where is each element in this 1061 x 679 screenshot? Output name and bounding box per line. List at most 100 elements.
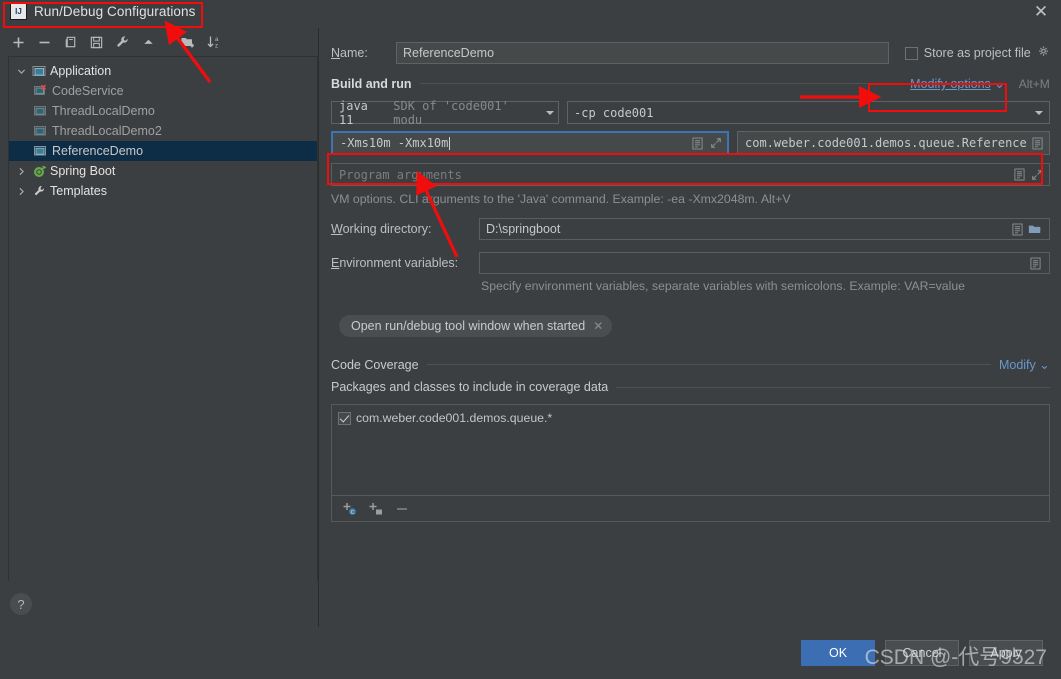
store-as-project-file-checkbox[interactable] (904, 46, 918, 60)
chevron-down-icon: ⌄ (994, 77, 1005, 91)
tree-item-templates[interactable]: Templates (9, 181, 317, 201)
tree-item-spring-boot[interactable]: Spring Boot (9, 161, 317, 181)
environment-variables-hint: Specify environment variables, separate … (481, 279, 966, 293)
tree-item-label: Templates (50, 184, 107, 198)
tree-item-codeservice[interactable]: CodeService (9, 81, 317, 101)
tree-item-application[interactable]: Application (9, 61, 317, 81)
tree-item-label: Application (50, 64, 112, 78)
spring-boot-icon (32, 164, 47, 178)
program-arguments-placeholder: Program arguments (339, 167, 462, 182)
close-icon[interactable]: ✕ (1033, 4, 1049, 21)
svg-text:z: z (215, 44, 218, 50)
help-button[interactable]: ? (10, 593, 32, 615)
tree-item-label: ThreadLocalDemo2 (52, 124, 162, 138)
copy-icon[interactable] (58, 31, 82, 53)
application-icon (34, 124, 48, 138)
name-label: Name: (331, 46, 368, 60)
save-icon[interactable] (84, 31, 108, 53)
svg-text:a: a (215, 37, 219, 43)
tree-item-threadlocaldemo2[interactable]: ThreadLocalDemo2 (9, 121, 317, 141)
sdk-value-suffix: SDK of 'code001' modu (393, 98, 509, 127)
tree-item-label: Spring Boot (50, 164, 116, 178)
coverage-modify-link[interactable]: Modify ⌄ (999, 357, 1050, 372)
configurations-toolbar: az (0, 28, 318, 56)
working-directory-row: Working directory: D:\springboot (331, 218, 1050, 240)
coverage-patterns-list[interactable]: com.weber.code001.demos.queue.* (331, 404, 1050, 496)
sdk-classpath-row: java 11 SDK of 'code001' modu -cp code00… (331, 98, 1050, 127)
text-cursor (449, 137, 451, 150)
coverage-pattern-checkbox[interactable] (338, 411, 351, 425)
remove-pattern-button[interactable] (394, 501, 410, 517)
vm-options-main-class-row: -Xms10m -Xmx10m com.weber.code001.demos.… (331, 131, 1050, 155)
dialog-title: Run/Debug Configurations (34, 4, 196, 19)
folder-open-icon[interactable] (1028, 222, 1043, 237)
environment-variables-input[interactable] (479, 252, 1050, 274)
sort-az-icon[interactable]: az (202, 31, 226, 53)
chevron-down-icon: ⌄ (1039, 358, 1050, 372)
packages-title: Packages and classes to include in cover… (331, 380, 609, 394)
application-icon (32, 64, 46, 78)
working-directory-input[interactable]: D:\springboot (479, 218, 1050, 240)
modify-options-link[interactable]: Modify options ⌄ (910, 76, 1005, 91)
name-input[interactable]: ReferenceDemo (396, 42, 889, 64)
macro-icon[interactable] (1010, 222, 1025, 237)
arrow-up-icon[interactable] (136, 31, 160, 53)
apply-button[interactable]: Apply (969, 640, 1043, 666)
tree-item-threadlocaldemo[interactable]: ThreadLocalDemo (9, 101, 317, 121)
wrench-icon[interactable] (110, 31, 134, 53)
left-footer: ? (0, 581, 318, 627)
application-icon (34, 104, 48, 118)
packages-section-header: Packages and classes to include in cover… (331, 380, 1050, 394)
build-and-run-section-header: Build and run Modify options ⌄ Alt+M (331, 76, 1050, 92)
store-as-project-file-group[interactable]: Store as project file (904, 45, 1050, 61)
gear-icon[interactable] (1037, 45, 1050, 61)
vm-options-hint: VM options. CLI arguments to the 'Java' … (331, 192, 791, 206)
remove-configuration-button[interactable] (32, 31, 56, 53)
dialog-body: az Application CodeService ThreadLocalDe… (0, 28, 1061, 627)
chevron-right-icon[interactable] (15, 187, 28, 196)
classpath-selector[interactable]: -cp code001 (567, 101, 1050, 124)
close-icon[interactable]: ✕ (593, 319, 603, 333)
modify-options-label: Modify options (910, 77, 991, 91)
macro-icon[interactable] (1030, 136, 1045, 151)
coverage-modify-label: Modify (998, 358, 1036, 372)
name-input-value: ReferenceDemo (403, 46, 495, 60)
add-class-icon[interactable]: C (342, 501, 358, 517)
expand-icon[interactable] (1030, 167, 1045, 182)
configuration-editor-pane: Name: ReferenceDemo Store as project fil… (319, 28, 1061, 627)
application-icon (34, 144, 48, 158)
coverage-list-toolbar: C (331, 496, 1050, 522)
sdk-selector[interactable]: java 11 SDK of 'code001' modu (331, 98, 559, 127)
working-directory-label: Working directory: (331, 222, 432, 236)
code-coverage-title: Code Coverage (331, 357, 419, 372)
configurations-tree[interactable]: Application CodeService ThreadLocalDemo (8, 56, 318, 581)
folder-add-icon[interactable] (176, 31, 200, 53)
add-package-icon[interactable] (368, 501, 384, 517)
open-run-debug-tool-window-chip[interactable]: Open run/debug tool window when started … (339, 315, 613, 337)
macro-icon[interactable] (690, 136, 705, 151)
list-item[interactable]: com.weber.code001.demos.queue.* (338, 411, 1049, 425)
program-arguments-input[interactable]: Program arguments (331, 163, 1050, 186)
tree-item-referencedemo[interactable]: ReferenceDemo (9, 141, 317, 161)
divider (419, 83, 903, 84)
expand-icon[interactable] (708, 136, 723, 151)
ok-button[interactable]: OK (801, 640, 875, 666)
modify-options-shortcut: Alt+M (1018, 76, 1050, 91)
add-configuration-button[interactable] (6, 31, 30, 53)
wrench-icon (32, 184, 46, 198)
main-class-input[interactable]: com.weber.code001.demos.queue.Reference (737, 131, 1050, 155)
divider (426, 364, 991, 365)
vm-options-input[interactable]: -Xms10m -Xmx10m (331, 131, 729, 155)
chevron-right-icon[interactable] (15, 167, 28, 176)
vm-options-value: -Xms10m -Xmx10m (340, 136, 451, 150)
build-and-run-title: Build and run (331, 76, 412, 91)
chevron-down-icon[interactable] (15, 67, 28, 76)
run-debug-configurations-dialog: IJ Run/Debug Configurations ✕ a z Applic… (0, 0, 1061, 679)
macro-icon[interactable] (1012, 167, 1027, 182)
cancel-button[interactable]: Cancel (885, 640, 959, 666)
chevron-down-icon (546, 110, 554, 115)
title-group: IJ Run/Debug Configurations (10, 3, 196, 20)
macro-icon[interactable] (1028, 256, 1043, 271)
dialog-footer: OK Cancel Apply CSDN @-代号9527 (0, 627, 1061, 679)
store-as-project-file-label: Store as project file (923, 46, 1031, 60)
